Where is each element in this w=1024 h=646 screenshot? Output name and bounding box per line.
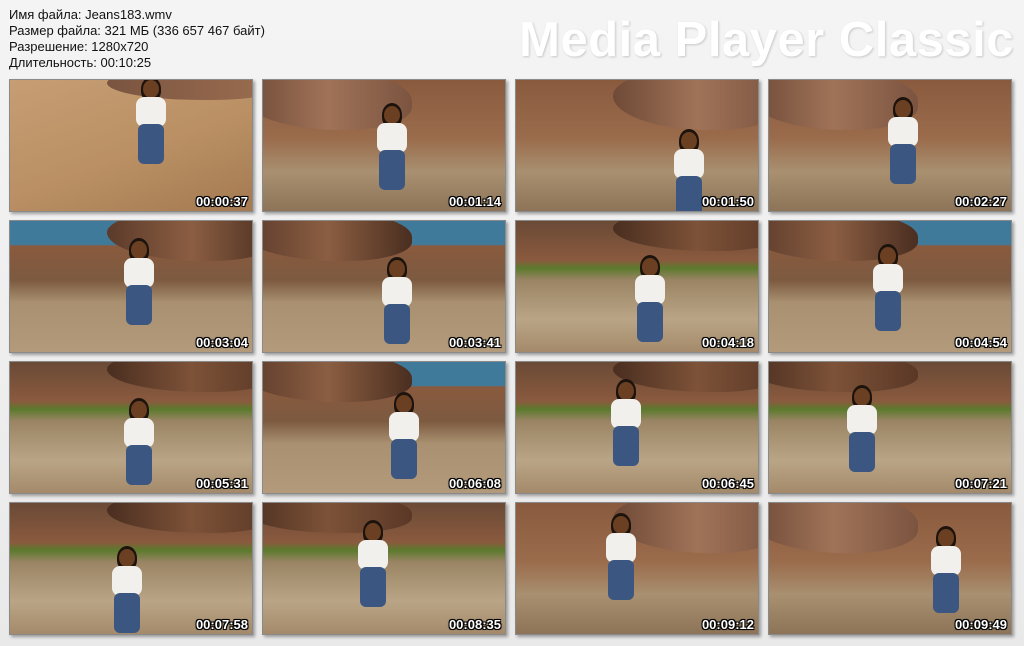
thumbnail-timestamp: 00:00:37 (195, 194, 248, 209)
file-name-line: Имя файла: Jeans183.wmv (9, 7, 172, 22)
video-thumbnail[interactable]: 00:04:18 (515, 220, 759, 353)
thumbnail-timestamp: 00:02:27 (954, 194, 1007, 209)
video-thumbnail[interactable]: 00:00:37 (9, 79, 253, 212)
rock-shape (769, 362, 919, 392)
thumbnail-timestamp: 00:03:41 (448, 335, 501, 350)
thumbnail-timestamp: 00:01:50 (701, 194, 754, 209)
thumbnail-timestamp: 00:09:12 (701, 617, 754, 632)
thumbnail-timestamp: 00:06:08 (448, 476, 501, 491)
video-thumbnail[interactable]: 00:02:27 (768, 79, 1012, 212)
video-thumbnail[interactable]: 00:01:14 (262, 79, 506, 212)
file-info: Имя файла: Jeans183.wmv Размер файла: 32… (9, 7, 265, 71)
thumbnail-timestamp: 00:03:04 (195, 335, 248, 350)
video-thumbnail[interactable]: 00:09:12 (515, 502, 759, 635)
thumbnail-timestamp: 00:07:21 (954, 476, 1007, 491)
thumbnail-timestamp: 00:06:45 (701, 476, 754, 491)
media-player-classic-title: Media Player Classic (519, 13, 1014, 67)
file-size-line: Размер файла: 321 МБ (336 657 467 байт) (9, 23, 265, 38)
video-thumbnail[interactable]: 00:07:58 (9, 502, 253, 635)
resolution-line: Разрешение: 1280x720 (9, 39, 149, 54)
video-thumbnail[interactable]: 00:06:08 (262, 361, 506, 494)
video-thumbnail[interactable]: 00:06:45 (515, 361, 759, 494)
video-thumbnail[interactable]: 00:05:31 (9, 361, 253, 494)
thumbnail-grid: 00:00:37 00:01:14 00:01:50 00:02:27 00:03:04… (9, 79, 1012, 635)
thumbnail-timestamp: 00:07:58 (195, 617, 248, 632)
rock-shape (263, 362, 413, 402)
thumbnail-timestamp: 00:04:54 (954, 335, 1007, 350)
video-thumbnail[interactable]: 00:03:04 (9, 220, 253, 353)
rock-shape (263, 221, 413, 261)
thumbnail-timestamp: 00:04:18 (701, 335, 754, 350)
video-thumbnail[interactable]: 00:04:54 (768, 220, 1012, 353)
thumbnail-timestamp: 00:05:31 (195, 476, 248, 491)
thumbnail-timestamp: 00:09:49 (954, 617, 1007, 632)
rock-shape (769, 503, 919, 553)
duration-line: Длительность: 00:10:25 (9, 55, 152, 70)
video-thumbnail[interactable]: 00:07:21 (768, 361, 1012, 494)
thumbnail-timestamp: 00:08:35 (448, 617, 501, 632)
video-thumbnail[interactable]: 00:08:35 (262, 502, 506, 635)
video-thumbnail[interactable]: 00:01:50 (515, 79, 759, 212)
video-thumbnail[interactable]: 00:09:49 (768, 502, 1012, 635)
rock-shape (263, 503, 413, 533)
thumbnail-timestamp: 00:01:14 (448, 194, 501, 209)
video-thumbnail[interactable]: 00:03:41 (262, 220, 506, 353)
